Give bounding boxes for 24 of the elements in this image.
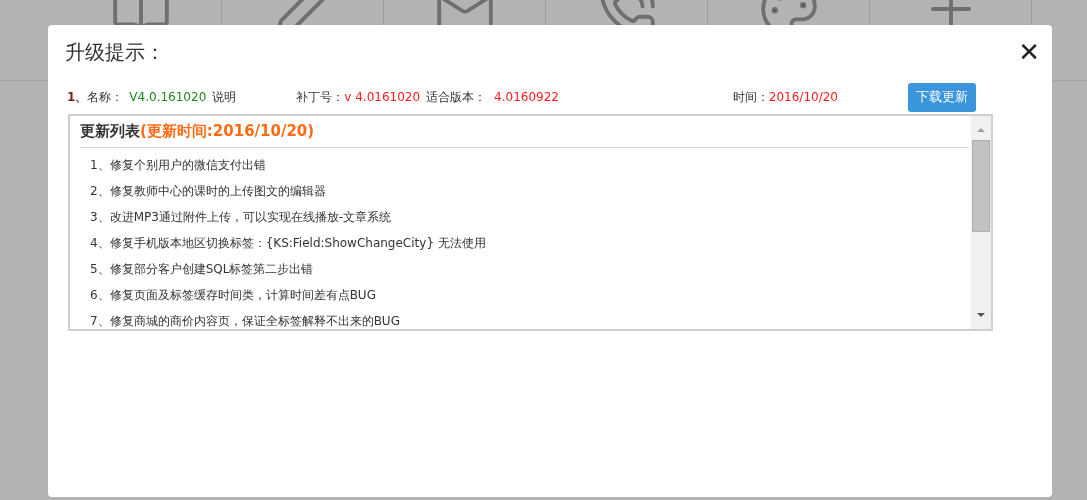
patch-label: 补丁号： [296, 89, 345, 106]
changelog-entry: 4、修复手机版本地区切换标签：{KS:Field:ShowChangeCity} 无法使用 [90, 235, 486, 252]
time-value: 2016/10/20 [768, 89, 838, 106]
changelog-date: (更新时间:2016/10/20) [140, 120, 315, 142]
scroll-down-icon[interactable] [976, 311, 986, 319]
changelog-entry: 2、修复教师中心的课时的上传图文的编辑器 [90, 183, 326, 200]
scrollbar[interactable] [971, 116, 991, 329]
changelog-entry: 6、修复页面及标签缓存时间类，计算时间差有点BUG [90, 287, 376, 304]
compatible-value: 4.0160922 [494, 89, 559, 106]
compatible-label: 适合版本： [426, 89, 487, 106]
update-index: 1、 [67, 89, 88, 106]
changelog-entry: 7、修复商城的商价内容页，保证全标签解释不出来的BUG [90, 313, 400, 329]
dialog-title: 升级提示： [65, 39, 165, 66]
changelog-entry: 5、修复部分客户创建SQL标签第二步出错 [90, 261, 314, 278]
changelog-entry: 1、修复个别用户的微信支付出错 [90, 157, 266, 174]
close-button[interactable]: ✕ [1018, 39, 1040, 65]
changelog-entry: 3、改进MP3通过附件上传，可以实现在线播放-文章系统 [90, 209, 392, 226]
changelog-heading: 更新列表 [80, 120, 140, 142]
patch-value: v 4.0161020 [344, 89, 421, 106]
name-label: 名称： [87, 89, 124, 106]
version-value: V4.0.161020 [129, 89, 207, 106]
time-label: 时间： [732, 89, 769, 106]
description-link[interactable]: 说明 [212, 88, 237, 106]
scrollbar-thumb[interactable] [972, 140, 990, 232]
